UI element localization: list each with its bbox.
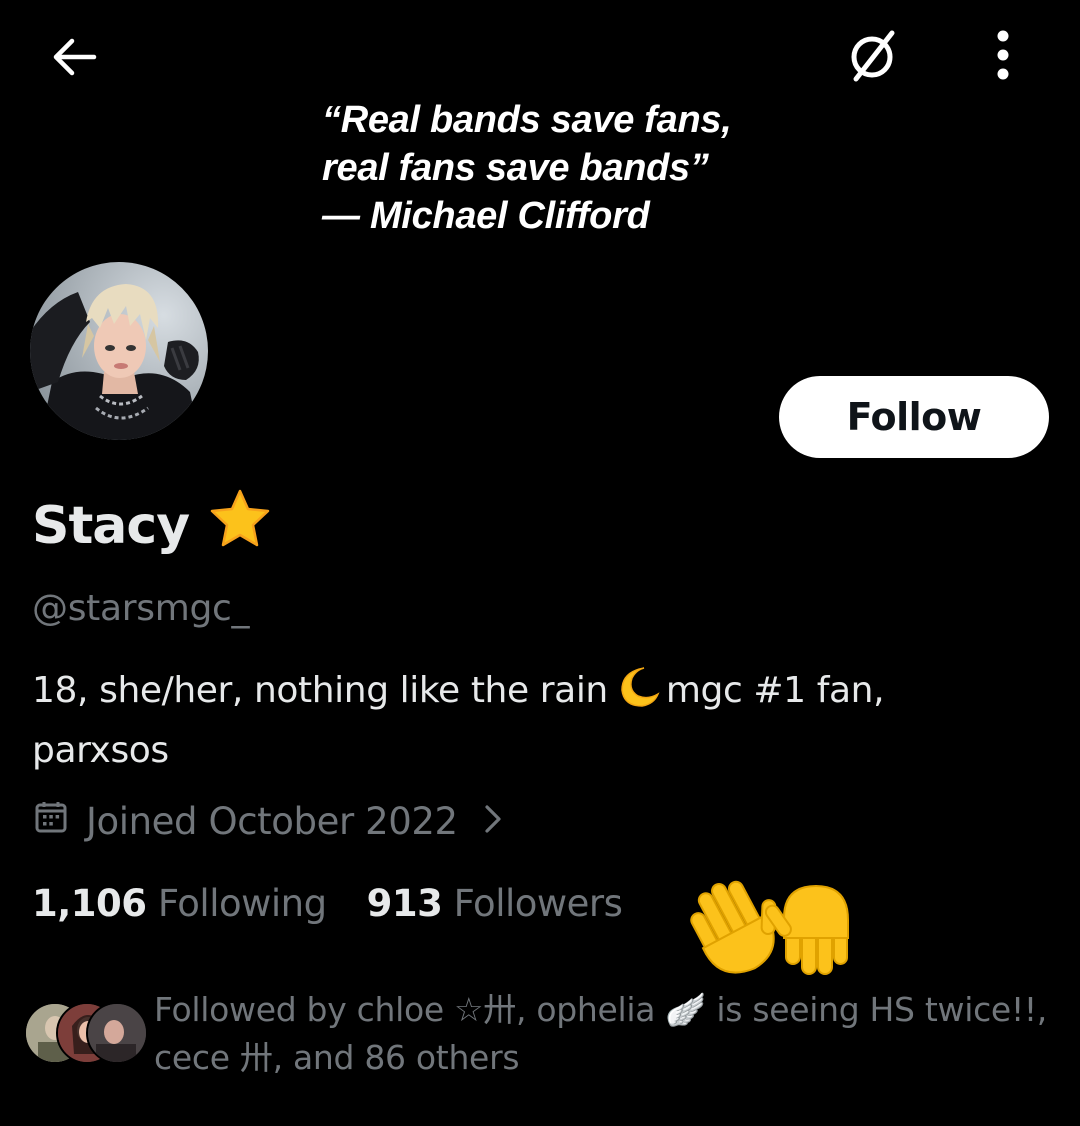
joined-date[interactable]: Joined October 2022: [34, 800, 502, 843]
display-name: Stacy: [32, 488, 273, 563]
banner-quote-line-3: — Michael Clifford: [322, 195, 650, 237]
banner-quote: “Real bands save fans, real fans save ba…: [322, 96, 732, 240]
profile-handle: @starsmgc_: [32, 588, 250, 629]
joined-text: Joined October 2022: [86, 800, 458, 843]
followed-by-line-2: cece 卅, and 86 others: [154, 1038, 520, 1077]
chevron-right-icon: [484, 800, 502, 843]
display-name-text: Stacy: [32, 495, 190, 556]
no-translation-button[interactable]: [832, 22, 912, 92]
following-stat[interactable]: 1,106 Following: [32, 882, 327, 925]
avatar: [86, 1002, 148, 1064]
bio-text-part-2: mgc #1 fan,: [665, 670, 885, 711]
arrow-left-icon: [50, 37, 98, 82]
vertical-ellipsis-icon: [993, 27, 1013, 88]
followers-stat[interactable]: 913 Followers: [367, 882, 623, 925]
palms-up-emoji-icon: [680, 858, 860, 993]
followers-label: Followers: [453, 882, 623, 925]
followed-by-line-1: Followed by chloe ☆卅, ophelia 🪽 is seein…: [154, 990, 1047, 1029]
following-label: Following: [157, 882, 327, 925]
follow-button[interactable]: Follow: [779, 376, 1049, 458]
followed-by-text[interactable]: Followed by chloe ☆卅, ophelia 🪽 is seein…: [154, 986, 1054, 1082]
banner-quote-line-2: real fans save bands”: [322, 147, 709, 189]
back-button[interactable]: [36, 24, 112, 94]
calendar-icon: [34, 800, 68, 843]
crescent-moon-icon: [614, 666, 660, 724]
no-translation-icon: [842, 25, 902, 90]
follow-stats: 1,106 Following 913 Followers: [32, 882, 623, 925]
bio-line-2: parxsos: [32, 730, 169, 771]
profile-avatar[interactable]: [30, 262, 208, 440]
followed-by-avatars[interactable]: [24, 1002, 148, 1064]
following-count: 1,106: [32, 882, 147, 925]
bio-text-part-1: 18, she/her, nothing like the rain: [32, 670, 608, 711]
star-emoji-icon: [207, 488, 273, 563]
profile-bio: 18, she/her, nothing like the rain mgc #1…: [32, 664, 1042, 778]
bio-line-1: 18, she/her, nothing like the rain mgc #1…: [32, 664, 1042, 724]
followers-count: 913: [366, 882, 443, 925]
banner-quote-line-1: “Real bands save fans,: [322, 99, 732, 141]
more-options-button[interactable]: [968, 22, 1038, 92]
